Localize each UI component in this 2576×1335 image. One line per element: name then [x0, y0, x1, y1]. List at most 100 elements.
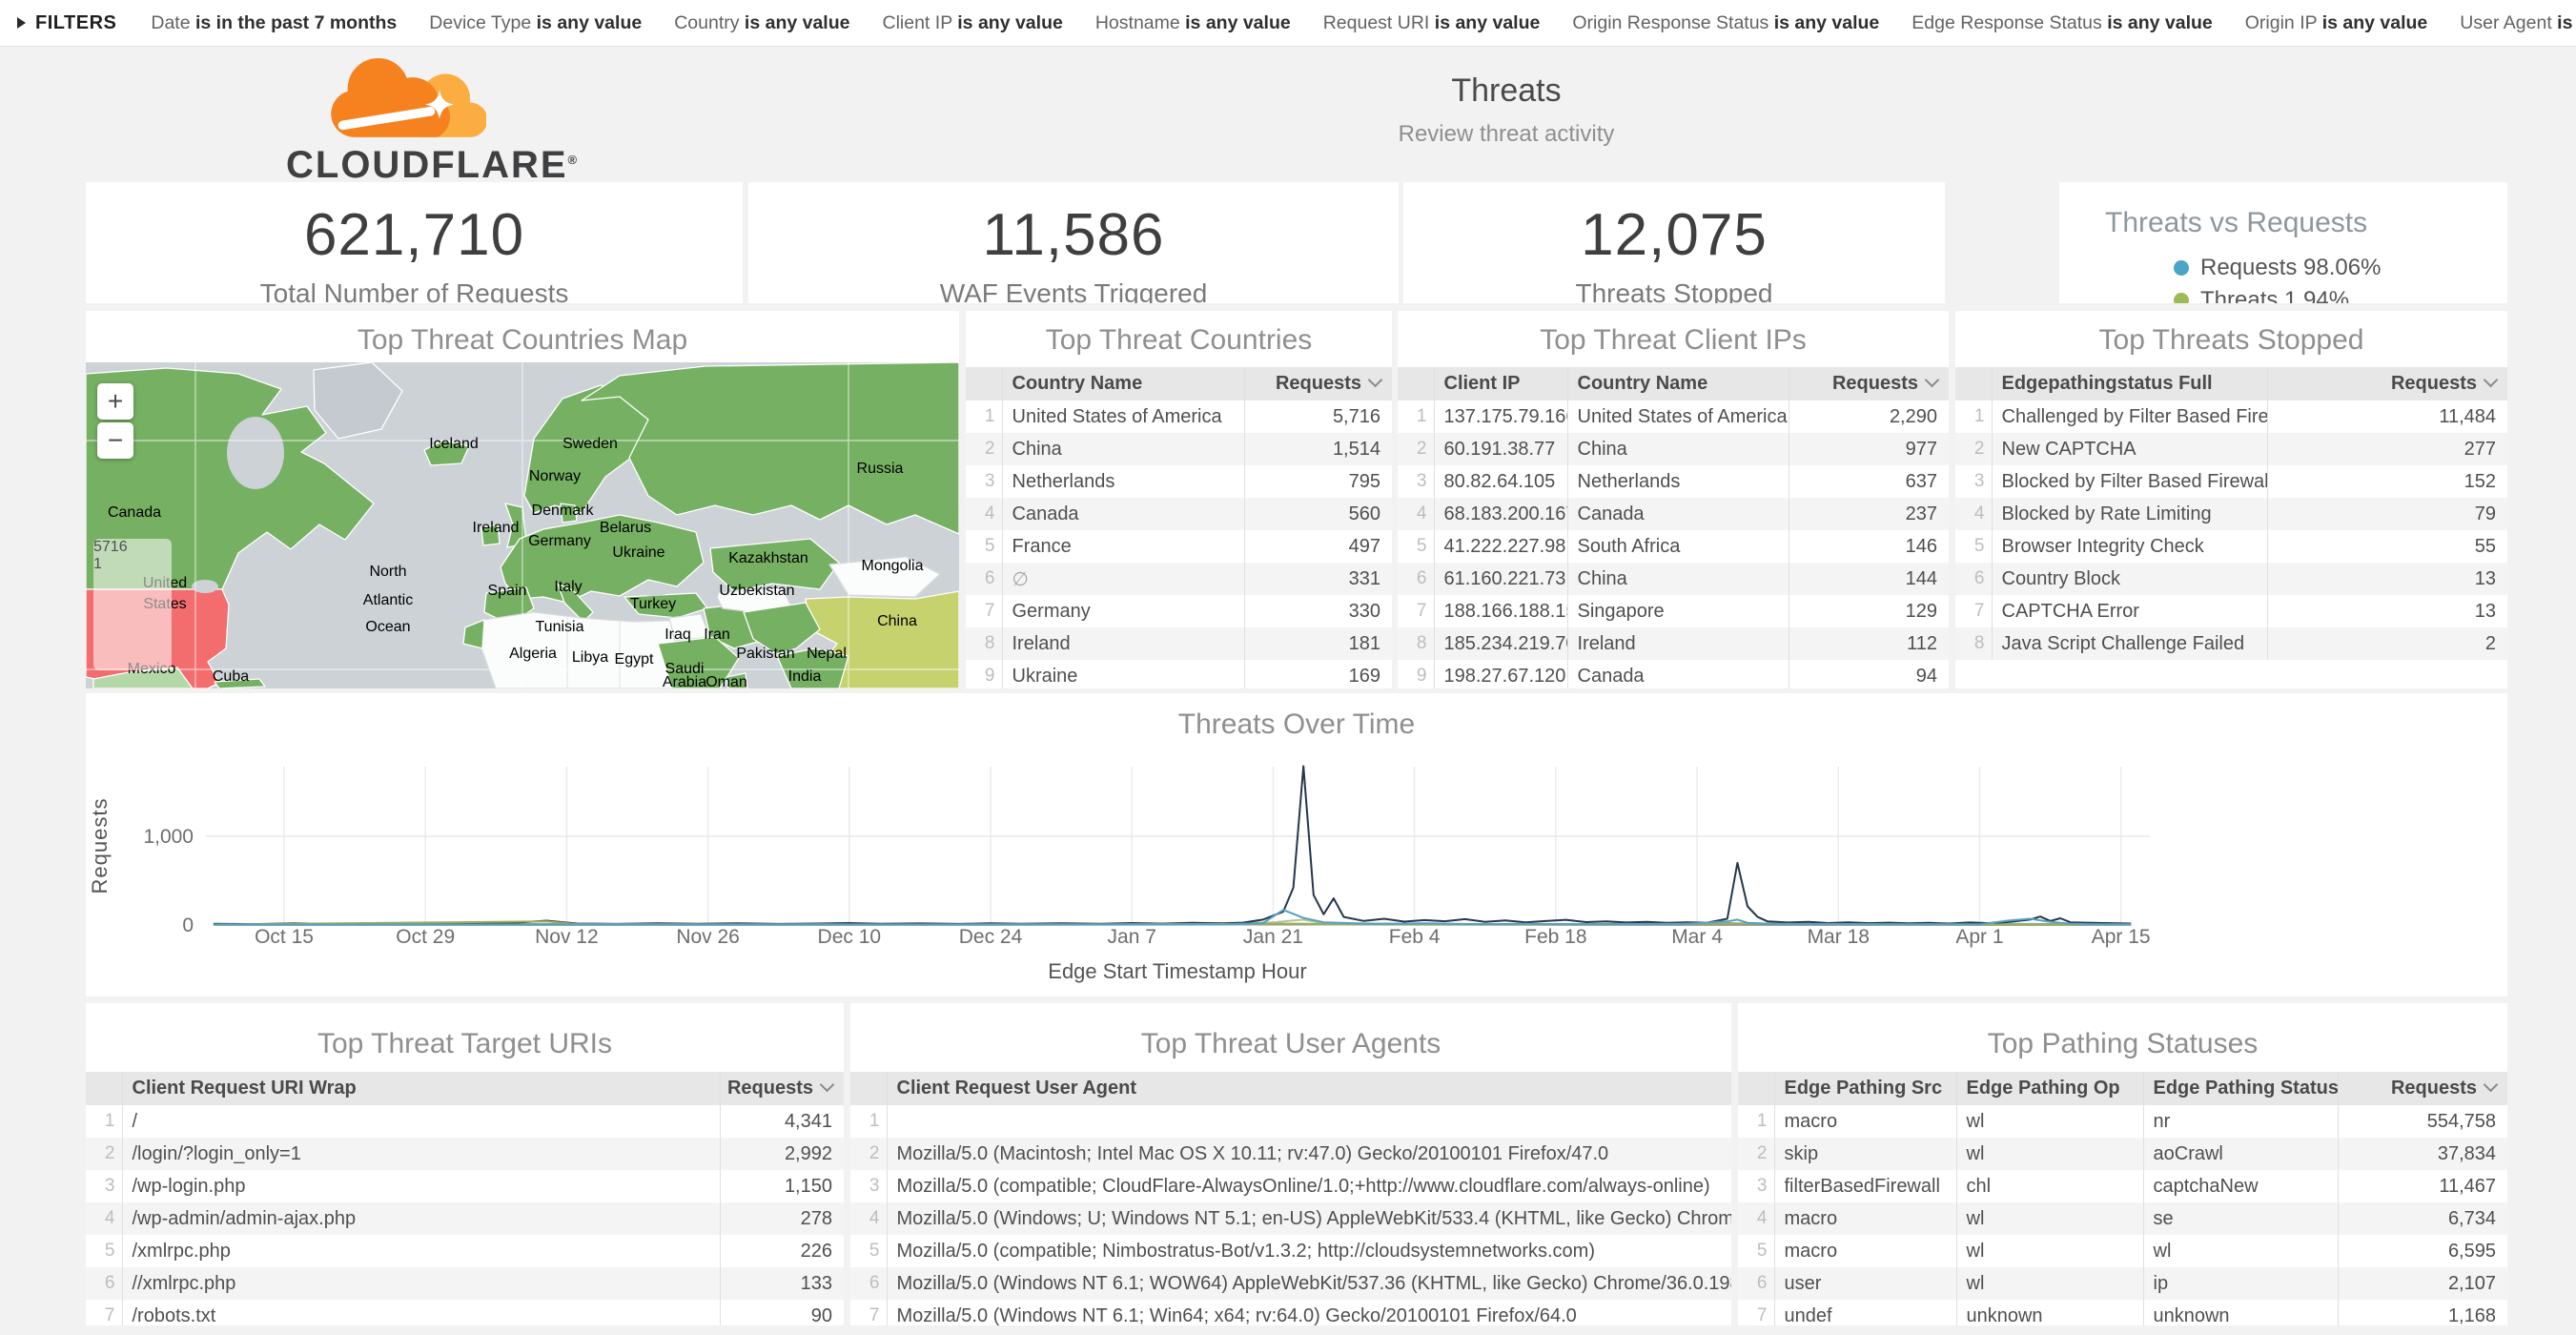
table-row: 1macrowlnr554,758: [1738, 1105, 2507, 1138]
table-cell: wl: [1956, 1235, 2143, 1267]
edge-pathing-op-column-header[interactable]: Edge Pathing Op: [1956, 1072, 2143, 1105]
table-cell: 68.183.200.167: [1434, 498, 1567, 530]
table-cell: /robots.txt: [122, 1300, 720, 1325]
filter-condition: is any value: [2557, 12, 2576, 33]
filters-label[interactable]: FILTERS: [35, 12, 116, 34]
client-ip-column-header[interactable]: Client IP: [1434, 367, 1567, 400]
table-cell: 169: [1244, 660, 1392, 688]
page-title-block: Threats Review threat activity: [1316, 72, 1697, 148]
row-index: 9: [1398, 660, 1434, 688]
filter-field: Device Type: [429, 12, 536, 33]
table-cell: China: [1567, 563, 1789, 595]
row-index: 8: [1955, 627, 1992, 660]
country-name-column-header[interactable]: Country Name: [1002, 367, 1244, 400]
table-row: 7Germany330: [966, 595, 1392, 627]
client-request-uri-wrap-column-header[interactable]: Client Request URI Wrap: [122, 1072, 720, 1105]
table-cell: //xmlrpc.php: [122, 1267, 720, 1300]
filter-item[interactable]: Date is in the past 7 months: [151, 12, 397, 33]
top-threat-countries-table: Country Name Requests 1United States of Am…: [966, 367, 1392, 688]
filter-item[interactable]: Device Type is any value: [429, 12, 642, 33]
filter-item[interactable]: Request URI is any value: [1323, 12, 1541, 33]
table-cell: [887, 1105, 1731, 1138]
row-index: 1: [966, 400, 1002, 433]
edge-pathing-src-column-header[interactable]: Edge Pathing Src: [1774, 1072, 1956, 1105]
table-cell: Canada: [1002, 498, 1244, 530]
map-country-label: China: [877, 613, 917, 629]
table-cell: Blocked by Rate Limiting: [1992, 498, 2267, 530]
table-row: 380.82.64.105Netherlands637: [1398, 465, 1949, 498]
requests-column-header[interactable]: Requests: [1789, 367, 1949, 400]
column-header-label: Country Name: [1012, 373, 1143, 394]
column-header-label: Requests: [1276, 373, 1361, 394]
table-cell: undef: [1774, 1300, 1956, 1325]
table-row: 8Ireland181: [966, 627, 1392, 660]
table-cell: 185.234.219.70: [1434, 627, 1567, 660]
panel-title: Top Threat Client IPs: [1398, 324, 1949, 357]
edgepathingstatus-full-column-header[interactable]: Edgepathingstatus Full: [1992, 367, 2267, 400]
filter-field: User Agent: [2460, 12, 2557, 33]
filter-condition: is any value: [957, 12, 1063, 33]
map-country-label: Spain: [488, 583, 527, 599]
sort-chevron-down-icon[interactable]: [1925, 373, 1940, 388]
table-cell: 977: [1789, 433, 1949, 465]
requests-column-header[interactable]: Requests: [720, 1072, 844, 1105]
client-request-user-agent-column-header[interactable]: Client Request User Agent: [887, 1072, 1731, 1105]
sort-chevron-down-icon[interactable]: [1368, 373, 1383, 388]
table-cell: 237: [1789, 498, 1949, 530]
table-cell: Netherlands: [1567, 465, 1789, 498]
table-cell: unknown: [2143, 1300, 2338, 1325]
table-cell: Mozilla/5.0 (compatible; CloudFlare-Alwa…: [887, 1170, 1731, 1202]
filter-item[interactable]: Edge Response Status is any value: [1912, 12, 2212, 33]
table-cell: 137.175.79.166: [1434, 400, 1567, 433]
table-row: 1: [850, 1105, 1731, 1138]
filter-item[interactable]: Origin Response Status is any value: [1572, 12, 1879, 33]
map-ocean-label: Ocean: [365, 619, 410, 635]
choropleth-map-svg: CanadaUnitedStatesMexicoCubaIcelandIrela…: [86, 362, 959, 688]
map-zoom-out-button[interactable]: −: [97, 422, 133, 459]
map-country-label: Russia: [857, 461, 904, 477]
row-index: 1: [1738, 1105, 1774, 1138]
top-threat-target-uris-table: Client Request URI WrapRequests1/4,3412/…: [86, 1072, 844, 1325]
table-cell: wl: [2143, 1235, 2338, 1267]
sort-chevron-down-icon[interactable]: [2484, 1078, 2499, 1093]
table-cell: Singapore: [1567, 595, 1789, 627]
requests-column-header[interactable]: Requests: [1244, 367, 1392, 400]
edge-pathing-status-column-header[interactable]: Edge Pathing Status: [2143, 1072, 2338, 1105]
requests-column-header[interactable]: Requests: [2338, 1072, 2507, 1105]
requests-column-header[interactable]: Requests: [2267, 367, 2507, 400]
table-cell: ∅: [1002, 563, 1244, 595]
country-name-column-header[interactable]: Country Name: [1567, 367, 1789, 400]
map-country-label: Denmark: [532, 503, 595, 519]
table-cell: Mozilla/5.0 (Windows NT 6.1; WOW64) Appl…: [887, 1267, 1731, 1300]
filter-item[interactable]: Hostname is any value: [1095, 12, 1291, 33]
filter-item[interactable]: User Agent is any value: [2460, 12, 2576, 33]
filter-item[interactable]: Origin IP is any value: [2245, 12, 2428, 33]
table-cell: 144: [1789, 563, 1949, 595]
row-index-column-header: [966, 367, 1002, 400]
table-row: 6∅331: [966, 563, 1392, 595]
x-tick-label: Apr 1: [1955, 926, 2003, 948]
filters-expand-icon[interactable]: [17, 17, 26, 29]
column-header-label: Client IP: [1444, 373, 1521, 394]
world-map[interactable]: CanadaUnitedStatesMexicoCubaIcelandIrela…: [86, 362, 959, 688]
map-country-label: Tunisia: [536, 619, 584, 635]
sort-chevron-down-icon[interactable]: [820, 1078, 835, 1093]
filter-item[interactable]: Country is any value: [674, 12, 849, 33]
table-row: 5France497: [966, 530, 1392, 563]
row-index: 8: [1398, 627, 1434, 660]
filter-field: Country: [674, 12, 745, 33]
y-tick-label: 0: [182, 914, 194, 936]
filter-item[interactable]: Client IP is any value: [883, 12, 1063, 33]
table-cell: filterBasedFirewall: [1774, 1170, 1956, 1202]
map-black-sea: [637, 583, 671, 596]
table-cell: 152: [2267, 465, 2507, 498]
table-cell: 80.82.64.105: [1434, 465, 1567, 498]
sort-chevron-down-icon[interactable]: [2484, 373, 2499, 388]
map-zoom-in-button[interactable]: +: [97, 383, 133, 420]
table-row: 1United States of America5,716: [966, 400, 1392, 433]
table-cell: /login/?login_only=1: [122, 1138, 720, 1170]
table-row: 2skipwlaoCrawl37,834: [1738, 1138, 2507, 1170]
column-header-label: Requests: [2391, 1078, 2477, 1099]
table-cell: macro: [1774, 1105, 1956, 1138]
map-country-label: Germany: [528, 533, 591, 549]
